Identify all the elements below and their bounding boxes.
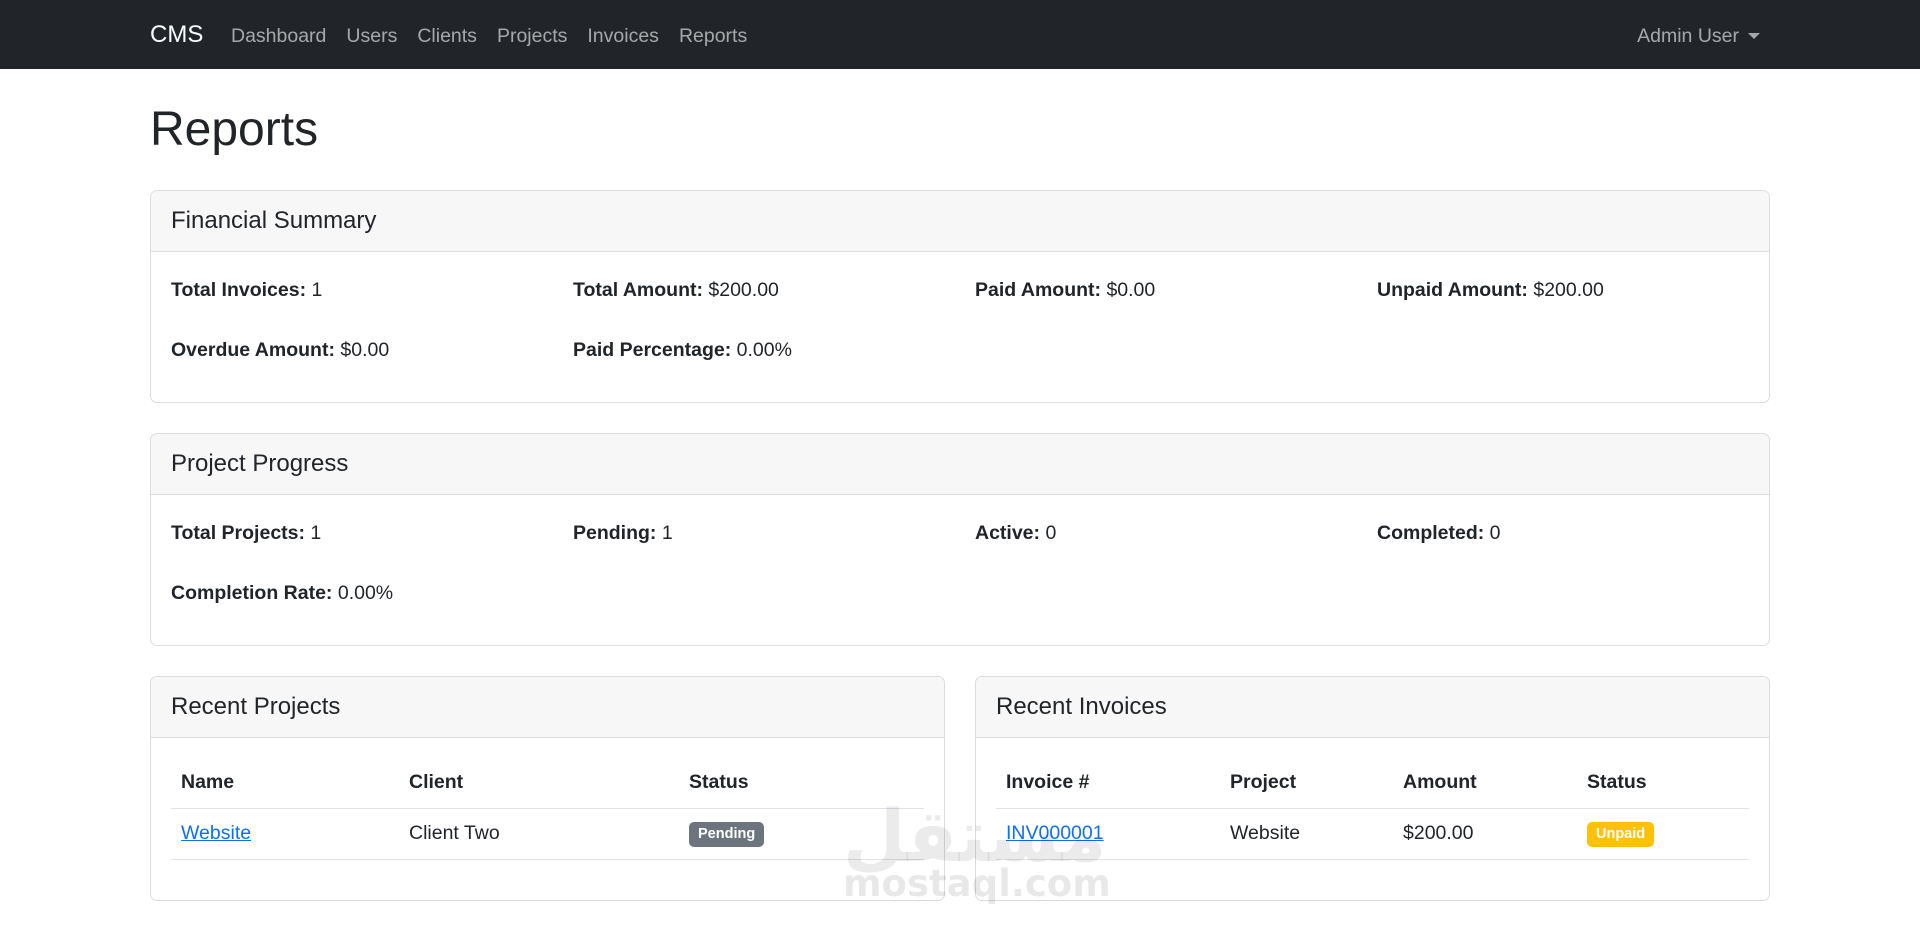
- column-header-amount: Amount: [1393, 758, 1577, 809]
- table-row: INV000001 Website $200.00 Unpaid: [996, 808, 1749, 860]
- cell-invoice: INV000001: [996, 808, 1220, 860]
- stat-value: 1: [661, 522, 673, 544]
- stat-value: 0.00%: [736, 339, 792, 361]
- card-header: Financial Summary: [151, 191, 1769, 252]
- table-header-row: Invoice # Project Amount Status: [996, 758, 1749, 809]
- column-header-status: Status: [679, 758, 924, 809]
- cell-amount: $200.00: [1393, 808, 1577, 860]
- nav-link-invoices[interactable]: Invoices: [587, 22, 659, 50]
- card-header: Recent Invoices: [976, 677, 1769, 738]
- stat-label: Paid Percentage:: [573, 339, 732, 361]
- nav-links: Dashboard Users Clients Projects Invoice…: [231, 22, 767, 50]
- stat-value: 0.00%: [337, 582, 394, 604]
- stat-value: 0: [1489, 522, 1501, 544]
- project-link[interactable]: Website: [181, 822, 251, 844]
- stat-completed: Completed: 0: [1377, 520, 1501, 546]
- brand-link[interactable]: CMS: [150, 20, 203, 50]
- project-progress-card: Project Progress Total Projects: 1 Pendi…: [150, 433, 1770, 646]
- stat-value: $0.00: [340, 339, 390, 361]
- stat-label: Completion Rate:: [171, 582, 333, 604]
- cell-client: Client Two: [399, 808, 679, 860]
- stat-value: 1: [310, 522, 322, 544]
- page-title: Reports: [150, 103, 319, 156]
- card-title: Project Progress: [171, 450, 349, 477]
- chevron-down-icon: [1748, 33, 1760, 39]
- cell-status: Unpaid: [1577, 808, 1749, 860]
- column-header-client: Client: [399, 758, 679, 809]
- stat-label: Completed:: [1377, 522, 1485, 544]
- column-header-project: Project: [1220, 758, 1393, 809]
- nav-link-users[interactable]: Users: [346, 22, 397, 50]
- status-badge: Unpaid: [1587, 821, 1655, 847]
- user-menu-toggle[interactable]: Admin User: [1637, 22, 1760, 50]
- cell-status: Pending: [679, 808, 924, 860]
- column-header-status: Status: [1577, 758, 1749, 809]
- column-header-name: Name: [171, 758, 399, 809]
- nav-link-projects[interactable]: Projects: [497, 22, 567, 50]
- stat-label: Paid Amount:: [975, 279, 1102, 301]
- table-row: Website Client Two Pending: [171, 808, 924, 860]
- stat-paid-amount: Paid Amount: $0.00: [975, 277, 1155, 303]
- stat-total-invoices: Total Invoices: 1: [171, 277, 322, 303]
- stat-pending: Pending: 1: [573, 520, 673, 546]
- card-header: Project Progress: [151, 434, 1769, 495]
- status-badge: Pending: [689, 821, 765, 847]
- stat-total-projects: Total Projects: 1: [171, 520, 321, 546]
- stat-value: 1: [311, 279, 323, 301]
- stat-value: $200.00: [708, 279, 779, 301]
- card-title: Recent Invoices: [996, 693, 1167, 720]
- stat-label: Unpaid Amount:: [1377, 279, 1528, 301]
- stat-value: $200.00: [1533, 279, 1604, 301]
- stat-value: 0: [1045, 522, 1057, 544]
- stat-label: Total Projects:: [171, 522, 305, 544]
- nav-link-clients[interactable]: Clients: [417, 22, 477, 50]
- stat-active: Active: 0: [975, 520, 1056, 546]
- stat-label: Pending:: [573, 522, 657, 544]
- recent-projects-card: Recent Projects Name Client Status Websi…: [150, 676, 945, 901]
- invoice-link[interactable]: INV000001: [1006, 822, 1104, 844]
- stat-completion-rate: Completion Rate: 0.00%: [171, 580, 393, 606]
- recent-invoices-table: Invoice # Project Amount Status INV00000…: [996, 758, 1749, 860]
- financial-summary-card: Financial Summary Total Invoices: 1 Tota…: [150, 190, 1770, 403]
- nav-link-dashboard[interactable]: Dashboard: [231, 22, 326, 50]
- nav-link-reports[interactable]: Reports: [679, 22, 747, 50]
- card-title: Financial Summary: [171, 207, 377, 234]
- stat-label: Active:: [975, 522, 1041, 544]
- stat-unpaid-amount: Unpaid Amount: $200.00: [1377, 277, 1604, 303]
- stat-label: Total Invoices:: [171, 279, 307, 301]
- card-title: Recent Projects: [171, 693, 341, 720]
- column-header-invoice: Invoice #: [996, 758, 1220, 809]
- user-name: Admin User: [1637, 25, 1739, 47]
- cell-name: Website: [171, 808, 399, 860]
- card-header: Recent Projects: [151, 677, 944, 738]
- top-navbar: CMS Dashboard Users Clients Projects Inv…: [0, 0, 1920, 69]
- stat-overdue-amount: Overdue Amount: $0.00: [171, 337, 389, 363]
- stat-value: $0.00: [1106, 279, 1156, 301]
- recent-invoices-card: Recent Invoices Invoice # Project Amount…: [975, 676, 1770, 901]
- table-header-row: Name Client Status: [171, 758, 924, 809]
- stat-label: Overdue Amount:: [171, 339, 335, 361]
- stat-total-amount: Total Amount: $200.00: [573, 277, 779, 303]
- cell-project: Website: [1220, 808, 1393, 860]
- stat-paid-percentage: Paid Percentage: 0.00%: [573, 337, 792, 363]
- recent-projects-table: Name Client Status Website Client Two Pe…: [171, 758, 924, 860]
- stat-label: Total Amount:: [573, 279, 703, 301]
